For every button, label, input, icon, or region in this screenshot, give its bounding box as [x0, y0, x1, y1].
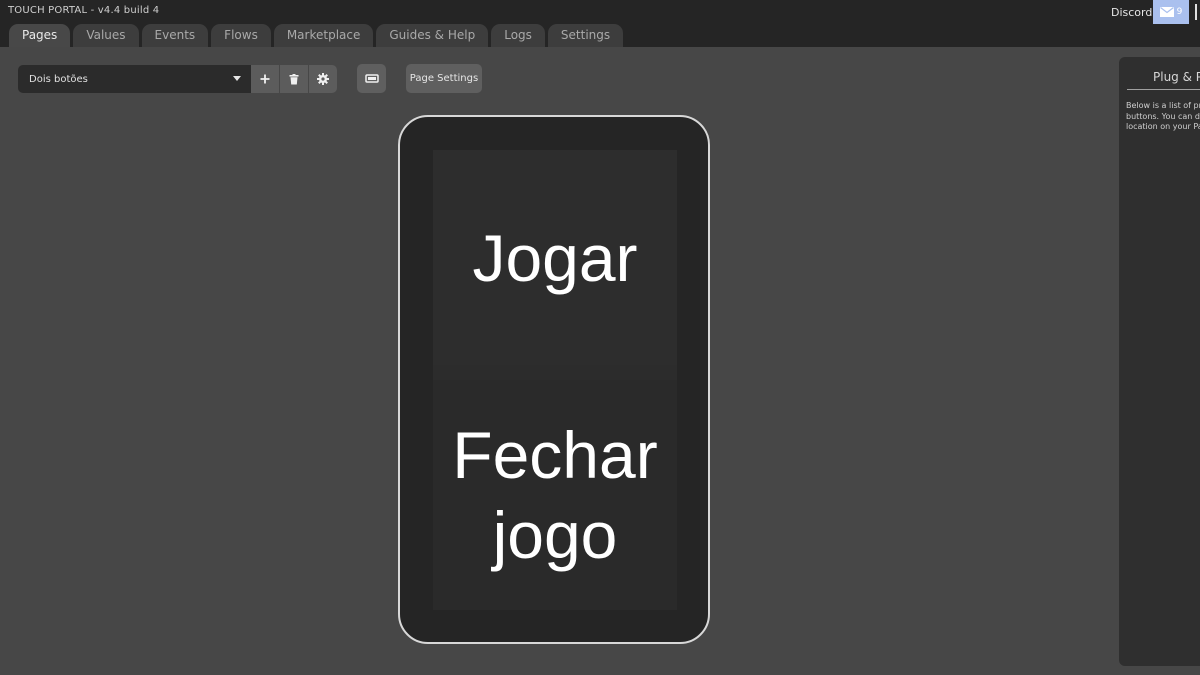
tab-guides-help[interactable]: Guides & Help [376, 24, 489, 47]
panel-description: Below is a list of pre buttons. You can … [1126, 101, 1200, 133]
tab-pages[interactable]: Pages [9, 24, 71, 47]
device-screen: Jogar Fechar jogo [433, 150, 677, 610]
panel-divider [1127, 89, 1200, 90]
chevron-down-icon [233, 76, 241, 81]
tab-flows[interactable]: Flows [211, 24, 271, 47]
button-label-line: jogo [492, 498, 618, 572]
plug-and-play-panel: Plug & Pl Below is a list of pre buttons… [1119, 57, 1200, 666]
tab-events[interactable]: Events [141, 24, 209, 47]
rotate-device-icon [364, 74, 379, 83]
rotate-device-button[interactable] [357, 64, 386, 93]
tab-settings[interactable]: Settings [547, 24, 624, 47]
messages-button[interactable]: 9 [1153, 0, 1189, 24]
trash-icon [289, 73, 299, 84]
description-line: buttons. You can dra [1126, 111, 1200, 121]
gear-icon [317, 73, 329, 85]
mail-icon [1159, 7, 1174, 17]
page-select-dropdown[interactable]: Dois botões [18, 65, 251, 93]
button-label-line: Fechar [452, 418, 658, 492]
page-settings-button[interactable]: Page Settings [406, 64, 482, 93]
tab-logs[interactable]: Logs [491, 24, 545, 47]
touch-button-jogar[interactable]: Jogar [433, 150, 677, 365]
panel-title[interactable]: Plug & Pl [1153, 70, 1200, 84]
plus-icon [260, 74, 270, 84]
page-options-button[interactable] [309, 65, 337, 93]
app-title: TOUCH PORTAL - v4.4 build 4 [8, 5, 160, 16]
description-line: location on your Pag [1126, 122, 1200, 131]
main-tabs: Pages Values Events Flows Marketplace Gu… [9, 24, 624, 47]
delete-page-button[interactable] [280, 65, 308, 93]
device-preview: Jogar Fechar jogo [398, 115, 710, 644]
discord-link[interactable]: Discord [1111, 6, 1152, 19]
touch-button-label: Fechar jogo [452, 415, 657, 575]
add-page-button[interactable] [251, 65, 279, 93]
mail-count-badge: 9 [1176, 7, 1183, 17]
page-select-value: Dois botões [29, 73, 88, 85]
tab-marketplace[interactable]: Marketplace [273, 24, 374, 47]
button-label-line: Jogar [472, 220, 638, 295]
touch-button-label: Jogar [472, 218, 637, 298]
description-line: Below is a list of pre [1126, 101, 1200, 110]
title-bar: TOUCH PORTAL - v4.4 build 4 Discord 9 Pa… [0, 0, 1200, 47]
window-control-icon[interactable] [1195, 4, 1200, 20]
touch-button-fechar-jogo[interactable]: Fechar jogo [433, 380, 677, 610]
tab-values[interactable]: Values [73, 24, 139, 47]
